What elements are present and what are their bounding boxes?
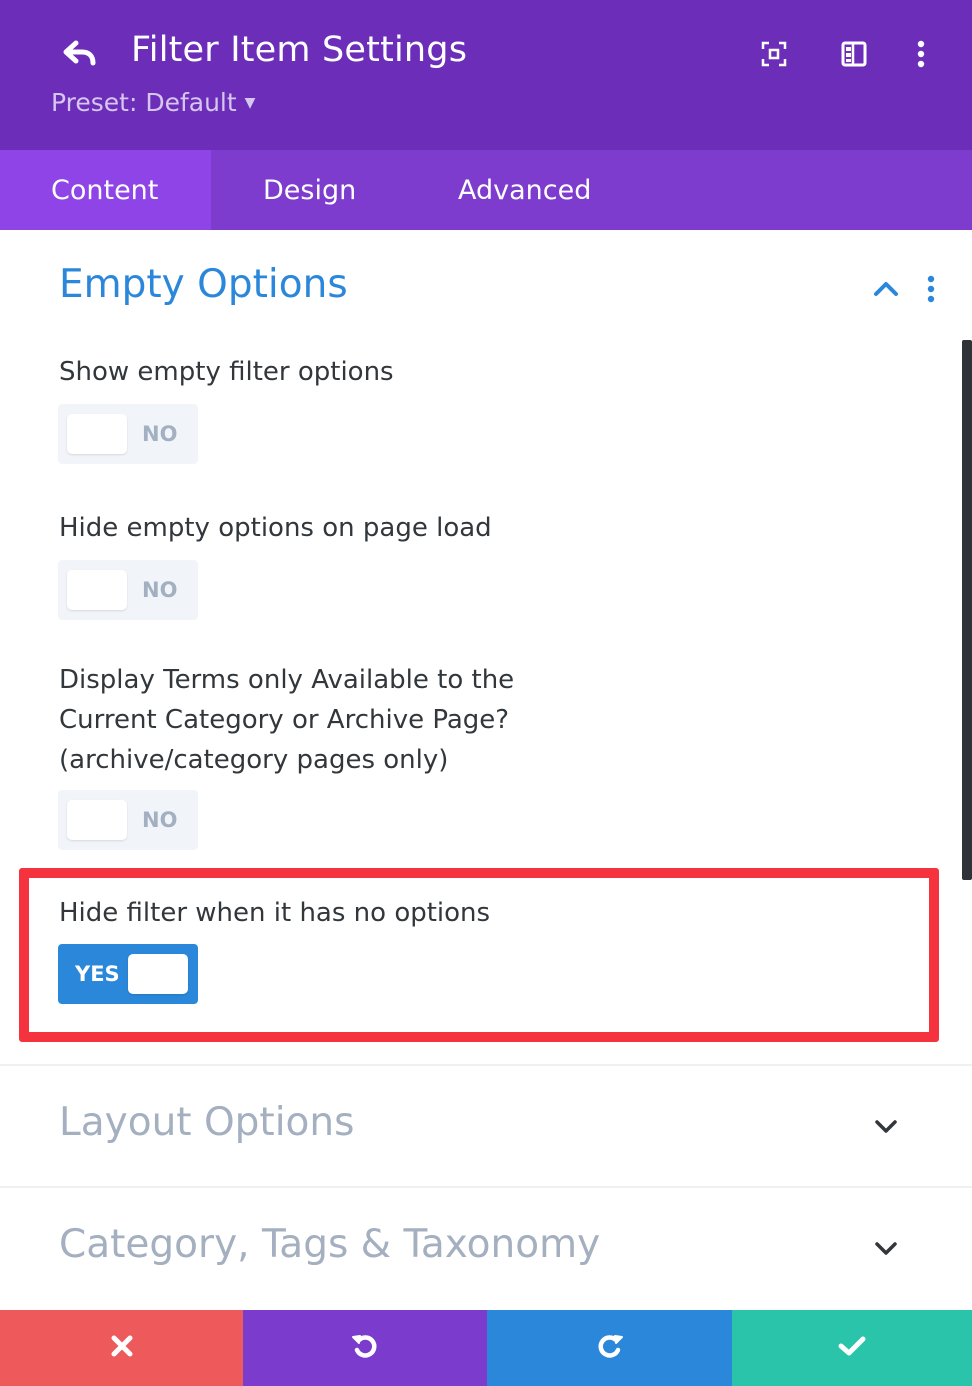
field-label-line: Current Category or Archive Page? — [59, 705, 510, 735]
section-divider — [0, 1064, 972, 1066]
toggle-display-terms[interactable]: NO — [58, 790, 198, 850]
caret-down-icon: ▼ — [244, 94, 256, 111]
undo-icon — [350, 1331, 380, 1365]
toggle-knob — [67, 800, 127, 840]
footer-action-bar — [0, 1310, 972, 1386]
section-title-empty-options[interactable]: Empty Options — [59, 262, 348, 307]
focus-mode-icon[interactable] — [756, 36, 792, 72]
back-arrow-icon[interactable] — [60, 36, 100, 72]
tab-content[interactable]: Content — [0, 150, 211, 230]
toggle-knob — [67, 414, 127, 454]
undo-button[interactable] — [243, 1310, 487, 1386]
section-more-icon[interactable] — [919, 274, 943, 304]
field-label-hide-empty-on-load: Hide empty options on page load — [59, 513, 492, 543]
toggle-state: NO — [142, 808, 178, 832]
more-options-icon[interactable] — [903, 36, 939, 72]
sidebar-layout-icon[interactable] — [836, 36, 872, 72]
toggle-hide-empty-on-load[interactable]: NO — [58, 560, 198, 620]
tab-advanced[interactable]: Advanced — [406, 150, 591, 230]
save-button[interactable] — [732, 1310, 972, 1386]
toggle-hide-filter-no-options[interactable]: YES — [58, 944, 198, 1004]
field-label-display-terms: Display Terms only Available to the Curr… — [59, 660, 514, 780]
field-label-hide-filter-no-options: Hide filter when it has no options — [59, 898, 491, 928]
discard-button[interactable] — [0, 1310, 243, 1386]
chevron-up-icon[interactable] — [870, 276, 902, 302]
toggle-state: YES — [75, 962, 120, 986]
section-divider — [0, 1186, 972, 1188]
chevron-down-icon[interactable] — [872, 1238, 900, 1260]
redo-button[interactable] — [487, 1310, 732, 1386]
section-title-layout-options[interactable]: Layout Options — [59, 1100, 354, 1145]
check-icon — [837, 1334, 867, 1362]
page-title: Filter Item Settings — [131, 30, 468, 70]
tab-bar: Content Design Advanced — [0, 150, 972, 230]
preset-dropdown[interactable]: Preset: Default ▼ — [51, 88, 255, 117]
preset-label: Preset: Default — [51, 88, 237, 117]
scrollbar[interactable] — [962, 340, 972, 880]
section-title-category-tags-taxonomy[interactable]: Category, Tags & Taxonomy — [59, 1222, 600, 1267]
chevron-down-icon[interactable] — [872, 1116, 900, 1138]
toggle-state: NO — [142, 422, 178, 446]
toggle-state: NO — [142, 578, 178, 602]
tab-design[interactable]: Design — [211, 150, 406, 230]
field-label-show-empty: Show empty filter options — [59, 357, 394, 387]
toggle-knob — [128, 954, 188, 994]
redo-icon — [595, 1331, 625, 1365]
settings-header: Filter Item Settings Preset: Default ▼ — [0, 0, 972, 150]
close-icon — [109, 1333, 135, 1363]
toggle-knob — [67, 570, 127, 610]
field-label-line: (archive/category pages only) — [59, 745, 449, 775]
toggle-show-empty[interactable]: NO — [58, 404, 198, 464]
field-label-line: Display Terms only Available to the — [59, 665, 515, 695]
